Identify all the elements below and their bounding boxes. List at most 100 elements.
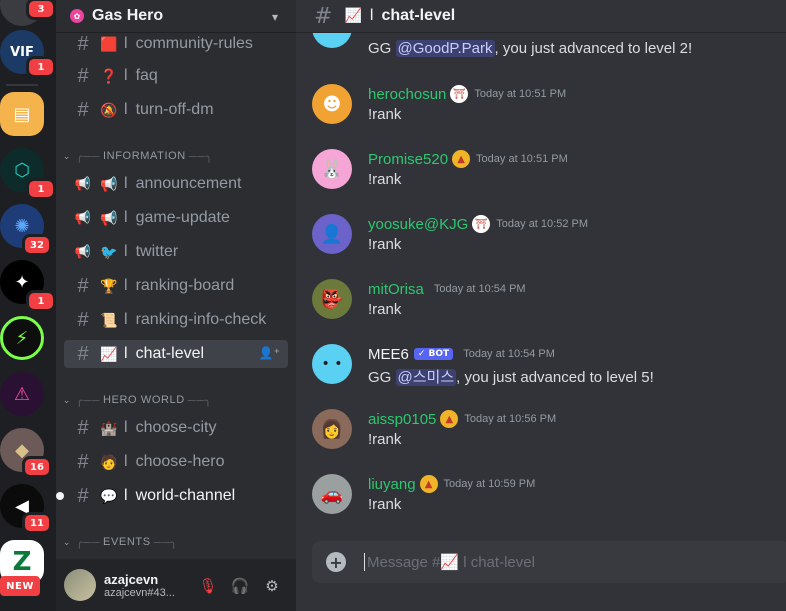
channel-prefix: l bbox=[124, 419, 128, 436]
channel-title: chat-level bbox=[381, 7, 456, 24]
message-text: , you just advanced to level 2! bbox=[494, 40, 693, 57]
message-body: GG @스미스, you just advanced to level 5! bbox=[368, 366, 654, 387]
author-name[interactable]: MEE6 bbox=[368, 346, 409, 363]
channel-emoji: 🔕 bbox=[100, 101, 118, 118]
mee6-avatar[interactable]: • • bbox=[312, 344, 352, 384]
timestamp: Today at 10:54 PM bbox=[433, 283, 526, 295]
channel-game-update[interactable]: 📢 📢 l game-update bbox=[64, 204, 288, 232]
channel-prefix: l bbox=[124, 487, 128, 504]
character-avatar[interactable]: 👺 bbox=[312, 279, 352, 319]
message: 🐰 Promise520 ▲ Today at 10:51 PM !rank bbox=[296, 149, 786, 214]
channel-turn-off-dm[interactable]: # 🔕 l turn-off-dm bbox=[64, 96, 288, 124]
user-avatar[interactable] bbox=[64, 569, 96, 601]
author-name[interactable]: Promise520 bbox=[368, 151, 448, 168]
photo-avatar[interactable]: 👩 bbox=[312, 409, 352, 449]
chevron-down-icon: ⌄ bbox=[62, 536, 72, 547]
chevron-down-icon[interactable]: ▾ bbox=[272, 10, 278, 24]
anime-avatar[interactable]: 👤 bbox=[312, 214, 352, 254]
message-header: yoosuke@KJG ⛩ Today at 10:52 PM bbox=[368, 214, 588, 234]
message: • • MEE6 ✓ BOT Today at 10:54 PM GG @스미스… bbox=[296, 344, 786, 409]
channel-name: ranking-board bbox=[135, 277, 235, 294]
channel-ranking-info-check[interactable]: # 📜 l ranking-info-check bbox=[64, 306, 288, 334]
message: 👺 mitOrisa Today at 10:54 PM !rank bbox=[296, 279, 786, 344]
bunny-avatar[interactable]: 🐰 bbox=[312, 149, 352, 189]
channel-chat-level[interactable]: # 📈 l chat-level 👤⁺ bbox=[64, 340, 288, 368]
author-name[interactable]: herochosun bbox=[368, 86, 446, 103]
channel-prefix: l bbox=[124, 345, 128, 362]
guild-header[interactable]: ✿ Gas Hero ▾ bbox=[56, 0, 296, 33]
message-header: aissp0105 ▲ Today at 10:56 PM bbox=[368, 409, 556, 429]
chat-header: # 📈 l chat-level bbox=[296, 0, 786, 33]
author-name[interactable]: mitOrisa bbox=[368, 281, 424, 298]
hash-icon: # bbox=[77, 342, 89, 365]
user-tag: azajcevn#43... bbox=[104, 586, 175, 599]
channel-faq[interactable]: # ❓ l faq bbox=[64, 62, 288, 90]
server-glyph: ⚠ bbox=[13, 383, 31, 405]
discord-avatar[interactable]: ☻ bbox=[312, 84, 352, 124]
channel-community-rules[interactable]: # 🟥 l community-rules bbox=[64, 30, 288, 58]
channel-name: announcement bbox=[135, 175, 242, 192]
message-header: herochosun ⛩ Today at 10:51 PM bbox=[368, 84, 566, 104]
channel-emoji: 💬 bbox=[100, 487, 118, 504]
channel-name: twitter bbox=[135, 243, 179, 260]
server-glyph: ✦ bbox=[14, 271, 30, 293]
author-name[interactable]: aissp0105 bbox=[368, 411, 436, 428]
channel-world-channel[interactable]: # 💬 l world-channel bbox=[56, 482, 288, 510]
channel-prefix: l bbox=[124, 277, 128, 294]
category-hero-world[interactable]: ⌄ ╭── HERO WORLD ──╮ bbox=[60, 390, 290, 410]
server-badge: 3 bbox=[26, 0, 56, 20]
channel-name: faq bbox=[135, 67, 158, 84]
channel-announcement[interactable]: 📢 📢 l announcement bbox=[64, 170, 288, 198]
server-icon[interactable]: ▤ bbox=[0, 92, 44, 136]
channel-emoji: 🏆 bbox=[100, 277, 118, 294]
megaphone-icon: 📢 bbox=[74, 210, 92, 225]
category-line: ──╮ bbox=[187, 394, 212, 407]
settings-gear-icon[interactable]: ⚙ bbox=[262, 576, 282, 596]
headphones-icon[interactable]: 🎧 bbox=[230, 576, 250, 596]
message-text: GG bbox=[368, 40, 396, 57]
mute-mic-icon[interactable]: 🎙 bbox=[198, 576, 218, 596]
add-attachment-icon[interactable]: + bbox=[326, 552, 346, 572]
role-badge-icon: ▲ bbox=[452, 150, 471, 168]
message-composer[interactable]: + Message #📈 l chat-level bbox=[312, 541, 786, 583]
channel-emoji: ❓ bbox=[100, 67, 118, 84]
hash-icon: # bbox=[77, 450, 89, 473]
role-badge-icon: ⛩ bbox=[450, 85, 469, 103]
author-name[interactable]: liuyang bbox=[368, 476, 416, 493]
channel-choose-city[interactable]: # 🏰 l choose-city bbox=[64, 414, 288, 442]
message-body: GG @GoodP.Park, you just advanced to lev… bbox=[368, 40, 692, 57]
server-icon[interactable]: ⚡ bbox=[0, 316, 44, 360]
timestamp: Today at 10:54 PM bbox=[463, 348, 555, 360]
channel-prefix: l bbox=[124, 453, 128, 470]
category-label: HERO WORLD bbox=[103, 394, 185, 406]
chevron-down-icon: ⌄ bbox=[62, 394, 72, 405]
chat-area: # 📈 l chat-level GG @GoodP.Park, you jus… bbox=[296, 0, 786, 611]
server-glyph: ⬡ bbox=[14, 159, 30, 181]
author-name[interactable]: yoosuke@KJG bbox=[368, 216, 468, 233]
channel-emoji: 🟥 bbox=[100, 35, 118, 52]
channel-name: community-rules bbox=[135, 35, 253, 52]
message: ☻ herochosun ⛩ Today at 10:51 PM !rank bbox=[296, 84, 786, 149]
message-body: !rank bbox=[368, 496, 402, 513]
category-events[interactable]: ⌄ ╭── EVENTS ──╮ bbox=[60, 532, 290, 552]
channel-ranking-board[interactable]: # 🏆 l ranking-board bbox=[64, 272, 288, 300]
server-icon[interactable]: ⚠ bbox=[0, 372, 44, 416]
channel-emoji: 🏰 bbox=[100, 419, 118, 436]
hash-lock-icon: # bbox=[77, 274, 89, 297]
hash-icon: # bbox=[77, 64, 89, 87]
channel-twitter[interactable]: 📢 🐦 l twitter bbox=[64, 238, 288, 266]
timestamp: Today at 10:56 PM bbox=[464, 413, 557, 425]
timestamp: Today at 10:51 PM bbox=[474, 88, 567, 100]
user-info[interactable]: azajcevn azajcevn#43... bbox=[104, 572, 175, 599]
unread-indicator bbox=[56, 492, 64, 500]
channel-prefix: l bbox=[124, 209, 128, 226]
user-mention[interactable]: @스미스 bbox=[395, 369, 457, 386]
car-avatar[interactable]: 🚗 bbox=[312, 474, 352, 514]
server-badge: 16 bbox=[22, 456, 52, 478]
user-mention[interactable]: @GoodP.Park bbox=[395, 40, 495, 57]
channel-choose-hero[interactable]: # 🧑 l choose-hero bbox=[64, 448, 288, 476]
hash-icon: # bbox=[77, 484, 89, 507]
channel-emoji: 📢 bbox=[100, 175, 118, 192]
category-information[interactable]: ⌄ ╭── INFORMATION ──╮ bbox=[60, 146, 290, 166]
add-member-icon[interactable]: 👤⁺ bbox=[259, 346, 280, 360]
